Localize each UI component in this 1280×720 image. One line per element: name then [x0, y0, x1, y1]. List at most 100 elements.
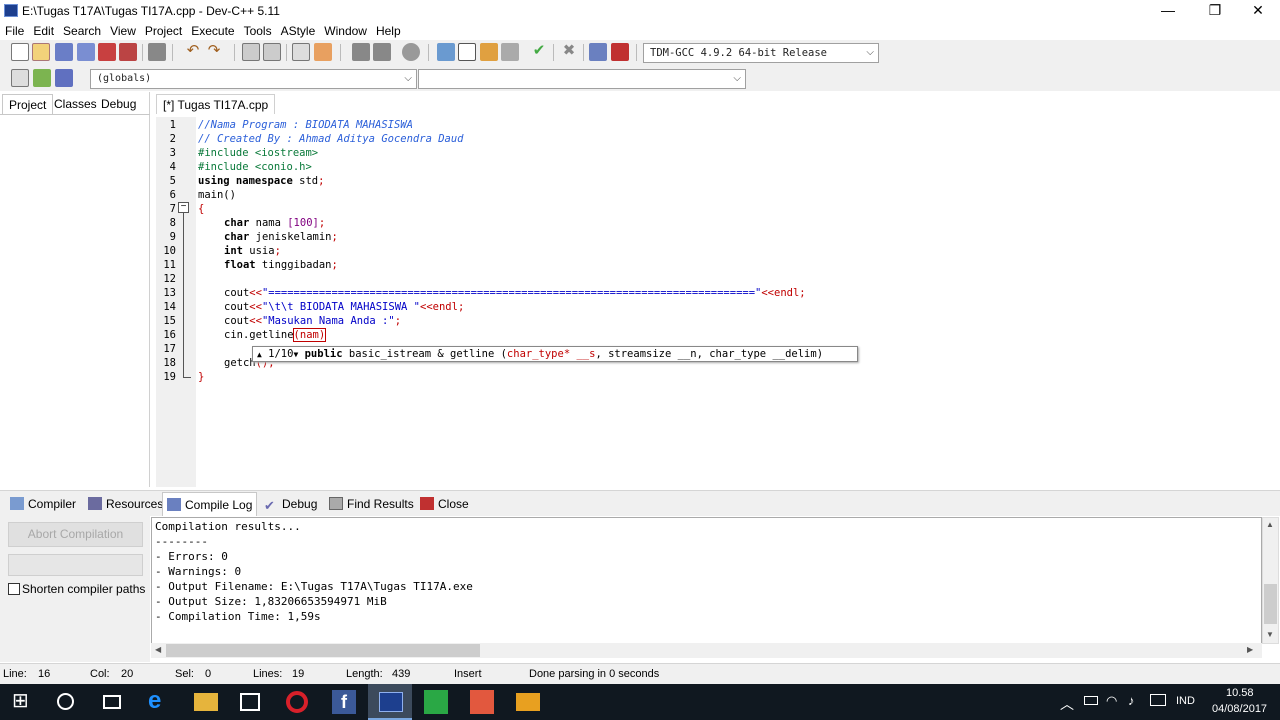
line-number: 14 — [163, 301, 176, 313]
save-all-icon[interactable] — [77, 43, 95, 61]
code-line-2: // Created By : Ahmad Aditya Gocendra Da… — [198, 133, 464, 145]
file-explorer-icon[interactable] — [194, 693, 218, 711]
opera-icon[interactable] — [286, 691, 308, 713]
goto-line-icon[interactable] — [292, 43, 310, 61]
tab-close[interactable]: Close — [416, 495, 473, 515]
insert-icon[interactable] — [11, 69, 29, 87]
redo-icon[interactable]: ↷ — [205, 43, 223, 61]
tab-compile-log[interactable]: Compile Log — [162, 492, 258, 516]
tab-debug[interactable]: Debug — [95, 94, 142, 114]
stop-icon[interactable]: ✖ — [560, 43, 578, 61]
facebook-icon[interactable]: f — [332, 690, 356, 714]
tab-compiler[interactable]: Compiler — [6, 495, 80, 515]
new-file-icon[interactable] — [11, 43, 29, 61]
hint-down-icon[interactable]: ▼ — [293, 350, 298, 359]
undo-icon[interactable]: ↶ — [184, 43, 202, 61]
close-window-button[interactable]: ✕ — [1238, 0, 1278, 22]
action-center-icon[interactable] — [1150, 694, 1166, 706]
scroll-thumb[interactable] — [1264, 584, 1277, 624]
tab-debug-panel[interactable]: ✔ Debug — [260, 495, 321, 515]
compiler-grid-icon — [10, 497, 24, 510]
close-file-icon[interactable] — [98, 43, 116, 61]
checkbox-box[interactable] — [8, 583, 20, 595]
battery-icon[interactable] — [1084, 696, 1098, 705]
find-icon[interactable] — [242, 43, 260, 61]
menu-tools[interactable]: Tools — [239, 22, 276, 38]
code-line-4: #include <conio.h> — [198, 161, 312, 173]
close-all-icon[interactable] — [119, 43, 137, 61]
status-length-label: Length: — [346, 668, 383, 680]
codeblocks-icon[interactable] — [470, 690, 494, 714]
status-line-value: 16 — [38, 668, 51, 680]
hint-up-icon[interactable]: ▲ — [257, 350, 262, 359]
fullscreen-icon[interactable] — [458, 43, 476, 61]
code-editor[interactable]: //Nama Program : BIODATA MAHASISWA // Cr… — [196, 117, 1280, 487]
goto-bookmark-icon[interactable] — [314, 43, 332, 61]
compile-log-chart-icon — [167, 498, 181, 511]
menu-astyle[interactable]: AStyle — [276, 22, 320, 38]
profile-chart-icon[interactable] — [589, 43, 607, 61]
goto-declaration-icon[interactable] — [33, 69, 51, 87]
tray-chevron-icon[interactable]: ︿ — [1060, 694, 1074, 714]
abort-compilation-button[interactable]: Abort Compilation — [8, 522, 143, 547]
menu-search[interactable]: Search — [58, 22, 105, 38]
menu-edit[interactable]: Edit — [28, 22, 58, 38]
tab-find-results[interactable]: Find Results — [325, 495, 418, 515]
search-icon[interactable] — [57, 693, 74, 710]
editor-file-tab[interactable]: [*] Tugas TI17A.cpp — [156, 94, 276, 114]
horizontal-scroll-thumb[interactable] — [166, 644, 480, 657]
delete-profile-icon[interactable] — [611, 43, 629, 61]
volume-icon[interactable]: ♪ — [1128, 693, 1135, 708]
member-select[interactable]: ⌵ — [418, 69, 746, 89]
tab-project[interactable]: Project — [2, 94, 54, 114]
input-language[interactable]: IND — [1176, 695, 1195, 707]
minimize-button[interactable]: — — [1148, 0, 1188, 22]
bottom-panel-tabs: Compiler Resources Compile Log ✔ Debug Fi… — [0, 490, 1280, 516]
restore-button[interactable]: ❐ — [1195, 0, 1235, 22]
open-file-icon[interactable] — [32, 43, 50, 61]
menu-execute[interactable]: Execute — [186, 22, 238, 38]
menu-project[interactable]: Project — [140, 22, 186, 38]
line-number: 7 — [169, 203, 176, 215]
check-syntax-icon[interactable]: ✔ — [530, 43, 548, 61]
compiler-select[interactable]: TDM-GCC 4.9.2 64-bit Release ⌵ — [643, 43, 879, 63]
compile-icon[interactable] — [480, 43, 498, 61]
clock-date[interactable]: 04/08/2017 — [1212, 703, 1267, 715]
menu-view[interactable]: View — [105, 22, 140, 38]
log-vertical-scrollbar[interactable]: ▲ ▼ — [1262, 517, 1279, 644]
project-options-icon[interactable] — [437, 43, 455, 61]
find-results-icon — [329, 497, 343, 510]
print-icon[interactable] — [148, 43, 166, 61]
scope-select[interactable]: (globals) ⌵ — [90, 69, 417, 89]
replace-icon[interactable] — [263, 43, 281, 61]
scroll-up-icon[interactable]: ▲ — [1266, 520, 1274, 529]
parameter-hint-popup: ▲ 1/10▼ public basic_istream & getline (… — [252, 346, 858, 362]
menu-help[interactable]: Help — [371, 22, 405, 38]
run-icon[interactable] — [501, 43, 519, 61]
compile-progress-bar — [8, 554, 143, 576]
scroll-left-icon[interactable]: ◀ — [155, 645, 161, 654]
edge-browser-icon[interactable]: e — [148, 689, 172, 714]
bookmark-icon[interactable] — [55, 69, 73, 87]
save-icon[interactable] — [55, 43, 73, 61]
windows-start-icon[interactable]: ⊞ — [12, 690, 36, 714]
task-view-icon[interactable] — [103, 695, 121, 709]
log-line: - Output Size: 1,83206653594971 MiB — [155, 595, 387, 608]
tab-resources[interactable]: Resources — [84, 495, 167, 515]
camtasia-icon[interactable] — [424, 690, 448, 714]
menu-file[interactable]: File — [0, 22, 28, 38]
store-icon[interactable] — [240, 693, 260, 711]
toggle-comment-icon[interactable] — [402, 43, 420, 61]
clock-time[interactable]: 10.58 — [1226, 687, 1254, 699]
shorten-paths-checkbox[interactable]: Shorten compiler paths — [8, 582, 145, 596]
scroll-down-icon[interactable]: ▼ — [1266, 630, 1274, 639]
indent-left-icon[interactable] — [352, 43, 370, 61]
fold-collapse-icon[interactable]: − — [178, 202, 189, 213]
compile-log-output[interactable]: Compilation results... -------- - Errors… — [151, 517, 1262, 644]
wifi-icon[interactable]: ◠ — [1106, 693, 1117, 709]
menu-window[interactable]: Window — [319, 22, 371, 38]
media-player-icon[interactable] — [516, 693, 540, 711]
scroll-right-icon[interactable]: ▶ — [1247, 645, 1253, 654]
code-line-11: float tinggibadan; — [224, 259, 338, 271]
indent-right-icon[interactable] — [373, 43, 391, 61]
